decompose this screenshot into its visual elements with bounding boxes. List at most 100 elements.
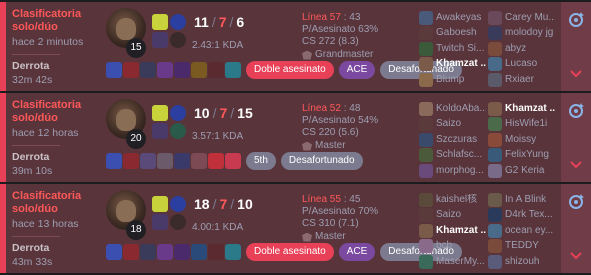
player-row[interactable]: morphog... bbox=[419, 163, 486, 179]
player-name[interactable]: Khamzat ... bbox=[436, 58, 486, 70]
player-name[interactable]: Carey Mu... bbox=[505, 12, 555, 24]
item-icon[interactable] bbox=[106, 62, 122, 78]
player-name[interactable]: shizouh bbox=[505, 256, 555, 268]
player-name[interactable]: morphog... bbox=[436, 165, 486, 177]
player-row[interactable]: Lucaso bbox=[488, 57, 555, 73]
player-row[interactable]: Carey Mu... bbox=[488, 10, 555, 26]
item-icon[interactable] bbox=[208, 244, 224, 260]
player-name[interactable]: abyz bbox=[505, 43, 555, 55]
player-row[interactable]: In A Blink bbox=[488, 192, 555, 208]
player-name[interactable]: TEDDY bbox=[505, 240, 555, 252]
expand-chevron-icon[interactable] bbox=[570, 161, 582, 169]
summoner-spell-icon[interactable] bbox=[152, 32, 168, 48]
player-name[interactable]: D4rk Tex... bbox=[505, 209, 555, 221]
player-name[interactable]: FelixYung bbox=[505, 149, 555, 161]
secondary-rune-icon[interactable] bbox=[170, 123, 186, 139]
item-icon[interactable] bbox=[157, 153, 173, 169]
player-row[interactable]: shizouh bbox=[488, 254, 555, 270]
player-name[interactable]: MaserMy... bbox=[436, 256, 486, 268]
keystone-rune-icon[interactable] bbox=[170, 105, 186, 121]
player-name[interactable]: KoldoAba... bbox=[436, 103, 486, 115]
item-icon[interactable] bbox=[174, 244, 190, 260]
player-name[interactable]: In A Blink bbox=[505, 194, 555, 206]
match-card[interactable]: Clasificatoria solo/dúo hace 12 horas De… bbox=[0, 93, 591, 182]
item-icon[interactable] bbox=[157, 244, 173, 260]
player-name[interactable]: kaishel核 bbox=[436, 194, 486, 206]
keystone-rune-icon[interactable] bbox=[170, 196, 186, 212]
item-icon[interactable] bbox=[140, 244, 156, 260]
player-name[interactable]: Twitch Si... bbox=[436, 43, 486, 55]
player-name[interactable]: G2 Keria bbox=[505, 165, 555, 177]
player-row[interactable]: Rxiaer bbox=[488, 72, 555, 88]
player-name[interactable]: HisWife1i bbox=[505, 118, 555, 130]
ward-icon[interactable] bbox=[225, 244, 241, 260]
flash-spell-icon[interactable] bbox=[152, 196, 168, 212]
player-row[interactable]: FelixYung bbox=[488, 148, 555, 164]
item-icon[interactable] bbox=[208, 62, 224, 78]
item-icon[interactable] bbox=[157, 62, 173, 78]
player-row[interactable]: abyz bbox=[488, 41, 555, 57]
item-icon[interactable] bbox=[123, 153, 139, 169]
player-row[interactable]: D4rk Tex... bbox=[488, 208, 555, 224]
ward-icon[interactable] bbox=[225, 62, 241, 78]
ai-analysis-icon[interactable] bbox=[567, 10, 585, 28]
player-row[interactable]: Saizo bbox=[419, 208, 486, 224]
player-name[interactable]: Saizo bbox=[436, 209, 486, 221]
item-icon[interactable] bbox=[106, 244, 122, 260]
player-name[interactable]: molodoy jg bbox=[505, 27, 555, 39]
player-row[interactable]: Schlafsc... bbox=[419, 148, 486, 164]
item-icon[interactable] bbox=[208, 153, 224, 169]
player-name[interactable]: Schlafsc... bbox=[436, 149, 486, 161]
player-row[interactable]: Awakeyas bbox=[419, 10, 486, 26]
player-row[interactable]: Saizo bbox=[419, 117, 486, 133]
ai-analysis-icon[interactable] bbox=[567, 101, 585, 119]
player-row[interactable]: Khamzat ... bbox=[419, 223, 486, 239]
expand-chevron-icon[interactable] bbox=[570, 252, 582, 260]
player-row[interactable]: molodoy jg bbox=[488, 26, 555, 42]
player-name[interactable]: Moissy bbox=[505, 134, 555, 146]
flash-spell-icon[interactable] bbox=[152, 105, 168, 121]
player-row[interactable]: KoldoAba... bbox=[419, 101, 486, 117]
player-row[interactable]: Twitch Si... bbox=[419, 41, 486, 57]
ward-icon[interactable] bbox=[225, 153, 241, 169]
player-row[interactable]: HisWife1i bbox=[488, 117, 555, 133]
match-card[interactable]: Clasificatoria solo/dúo hace 2 minutos D… bbox=[0, 2, 591, 91]
player-row[interactable]: Moissy bbox=[488, 132, 555, 148]
player-row[interactable]: bcb bbox=[419, 239, 486, 255]
player-name[interactable]: bcb bbox=[436, 240, 486, 252]
player-name[interactable]: Blump bbox=[436, 74, 486, 86]
player-name[interactable]: Khamzat ... bbox=[436, 225, 486, 237]
player-row[interactable]: ocean ey... bbox=[488, 223, 555, 239]
player-row[interactable]: Gaboesh bbox=[419, 26, 486, 42]
item-icon[interactable] bbox=[106, 153, 122, 169]
item-icon[interactable] bbox=[174, 153, 190, 169]
match-card[interactable]: Clasificatoria solo/dúo hace 13 horas De… bbox=[0, 184, 591, 273]
player-name[interactable]: Awakeyas bbox=[436, 12, 486, 24]
player-name[interactable]: Rxiaer bbox=[505, 74, 555, 86]
item-icon[interactable] bbox=[174, 62, 190, 78]
keystone-rune-icon[interactable] bbox=[170, 14, 186, 30]
expand-chevron-icon[interactable] bbox=[570, 70, 582, 78]
item-icon[interactable] bbox=[123, 244, 139, 260]
item-icon[interactable] bbox=[191, 244, 207, 260]
secondary-rune-icon[interactable] bbox=[170, 32, 186, 48]
player-row[interactable]: TEDDY bbox=[488, 239, 555, 255]
player-row[interactable]: MaserMy... bbox=[419, 254, 486, 270]
player-row[interactable]: Khamzat ... bbox=[488, 101, 555, 117]
player-row[interactable]: Khamzat ... bbox=[419, 57, 486, 73]
player-name[interactable]: Szczuras bbox=[436, 134, 486, 146]
player-row[interactable]: G2 Keria bbox=[488, 163, 555, 179]
player-name[interactable]: ocean ey... bbox=[505, 225, 555, 237]
ai-analysis-icon[interactable] bbox=[567, 192, 585, 210]
player-name[interactable]: Saizo bbox=[436, 118, 486, 130]
flash-spell-icon[interactable] bbox=[152, 14, 168, 30]
player-name[interactable]: Gaboesh bbox=[436, 27, 486, 39]
player-row[interactable]: Blump bbox=[419, 72, 486, 88]
secondary-rune-icon[interactable] bbox=[170, 214, 186, 230]
player-row[interactable]: kaishel核 bbox=[419, 192, 486, 208]
player-name[interactable]: Lucaso bbox=[505, 58, 555, 70]
player-row[interactable]: Szczuras bbox=[419, 132, 486, 148]
item-icon[interactable] bbox=[191, 62, 207, 78]
summoner-spell-icon[interactable] bbox=[152, 214, 168, 230]
item-icon[interactable] bbox=[140, 62, 156, 78]
